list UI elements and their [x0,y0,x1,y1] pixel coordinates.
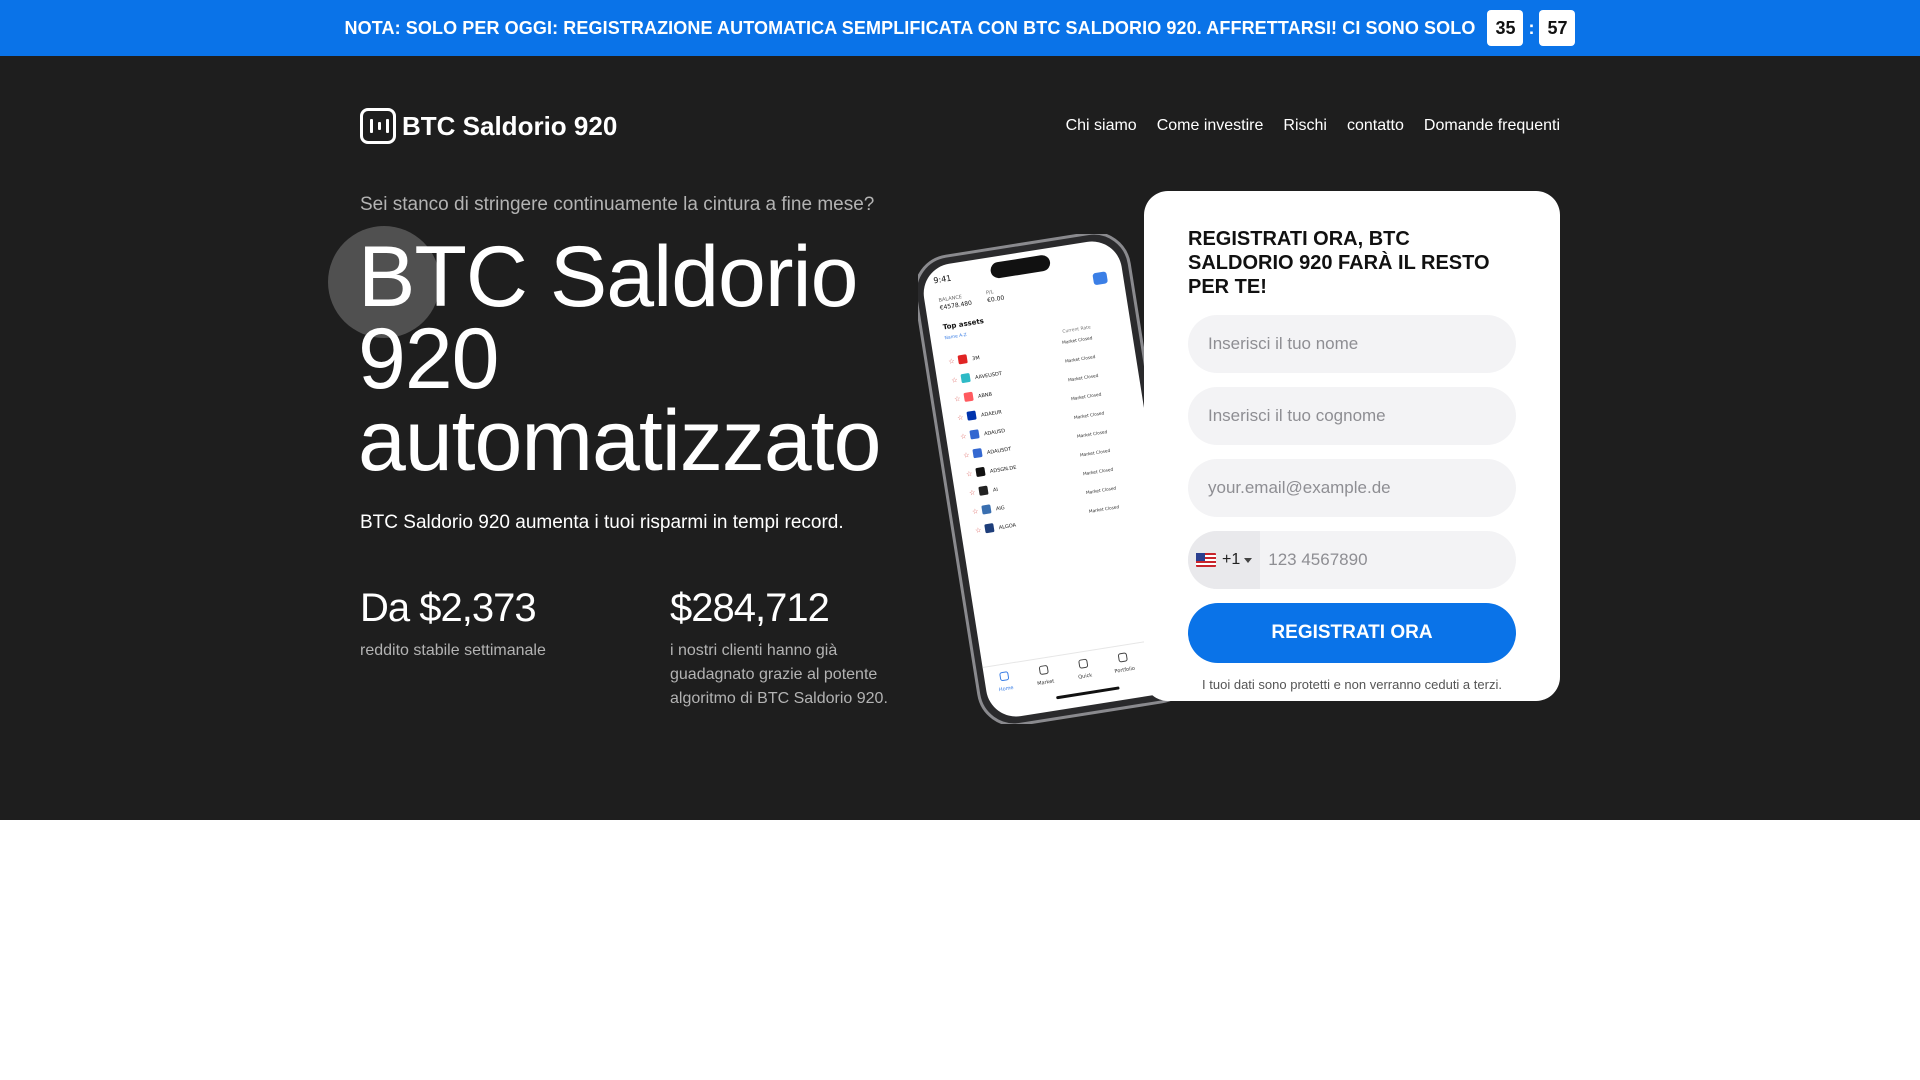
star-icon: ☆ [957,413,964,422]
announcement-bar: NOTA: SOLO PER OGGI: REGISTRAZIONE AUTOM… [0,0,1920,56]
asset-symbol: AI [993,487,999,494]
site-logo[interactable]: BTC Saldorio 920 [360,108,617,144]
stat-description: i nostri clienti hanno già guadagnato gr… [670,642,888,707]
us-flag-icon [1196,553,1216,567]
asset-logo-icon [984,523,995,534]
main-nav: Chi siamo Come investire Rischi contatto… [1066,117,1560,135]
registration-form: REGISTRATI ORA, BTC SALDORIO 920 FARÀ IL… [1144,191,1560,701]
asset-logo-icon [978,485,989,496]
asset-logo-icon [963,391,974,402]
star-icon: ☆ [969,489,976,498]
star-icon: ☆ [972,507,979,516]
hero-section: BTC Saldorio 920 Chi siamo Come investir… [0,56,1920,820]
stat-clients-earned: $284,712 i nostri clienti hanno già guad… [670,586,910,711]
asset-logo-icon [981,504,992,515]
star-icon: ☆ [975,526,982,535]
asset-logo-icon [969,429,980,440]
chart-bars-icon [360,108,396,144]
asset-logo-icon [972,448,983,459]
register-button[interactable]: REGISTRATI ORA [1188,603,1516,663]
star-icon: ☆ [951,376,958,385]
form-title: REGISTRATI ORA, BTC SALDORIO 920 FARÀ IL… [1188,228,1490,298]
nav-link-contatto[interactable]: contatto [1347,117,1404,135]
stat-value: Da $2,373 [360,586,537,630]
hero-eyebrow: Sei stanco di stringere continuamente la… [360,194,875,215]
star-icon: ☆ [966,470,973,479]
last-name-input[interactable] [1188,387,1516,445]
country-code-select[interactable]: +1 [1188,531,1261,589]
star-icon: ☆ [954,395,961,404]
asset-logo-icon [960,373,971,384]
nav-link-faq[interactable]: Domande frequenti [1424,117,1560,135]
phone-pnl-label: P/L [986,289,995,296]
stat-value: $284,712 [670,586,830,630]
countdown-seconds: 57 [1539,10,1576,46]
announcement-text: NOTA: SOLO PER OGGI: REGISTRAZIONE AUTOM… [344,17,1476,38]
privacy-note: I tuoi dati sono protetti e non verranno… [1202,677,1502,692]
first-name-input[interactable] [1188,315,1516,373]
logo-text: BTC Saldorio 920 [402,110,618,141]
asset-logo-icon [966,410,977,421]
star-icon: ☆ [963,451,970,460]
chevron-down-icon [1244,557,1253,563]
email-input[interactable] [1188,459,1516,517]
star-icon: ☆ [960,432,967,441]
countdown-separator: : [1528,17,1535,38]
asset-logo-icon [975,466,986,477]
stat-weekly-income: Da $2,373 reddito stabile settimanale [360,586,600,663]
stat-description: reddito stabile settimanale [360,642,546,659]
hero-subheadline: BTC Saldorio 920 aumenta i tuoi risparmi… [360,512,844,533]
countdown-timer: 35 : 57 [1487,10,1576,46]
phone-field: +1 [1188,531,1516,589]
star-icon: ☆ [948,357,955,366]
phone-wallet-icon [1092,271,1108,285]
countdown-minutes: 35 [1487,10,1524,46]
asset-logo-icon [957,354,968,365]
hero-headline: BTC Saldorio 920 automatizzato [358,229,881,489]
dial-code: +1 [1222,551,1241,568]
asset-symbol: 3M [972,355,980,362]
nav-link-rischi[interactable]: Rischi [1283,117,1327,135]
nav-link-come-investire[interactable]: Come investire [1157,117,1264,135]
phone-input[interactable] [1260,531,1516,589]
nav-link-chi-siamo[interactable]: Chi siamo [1066,117,1137,135]
